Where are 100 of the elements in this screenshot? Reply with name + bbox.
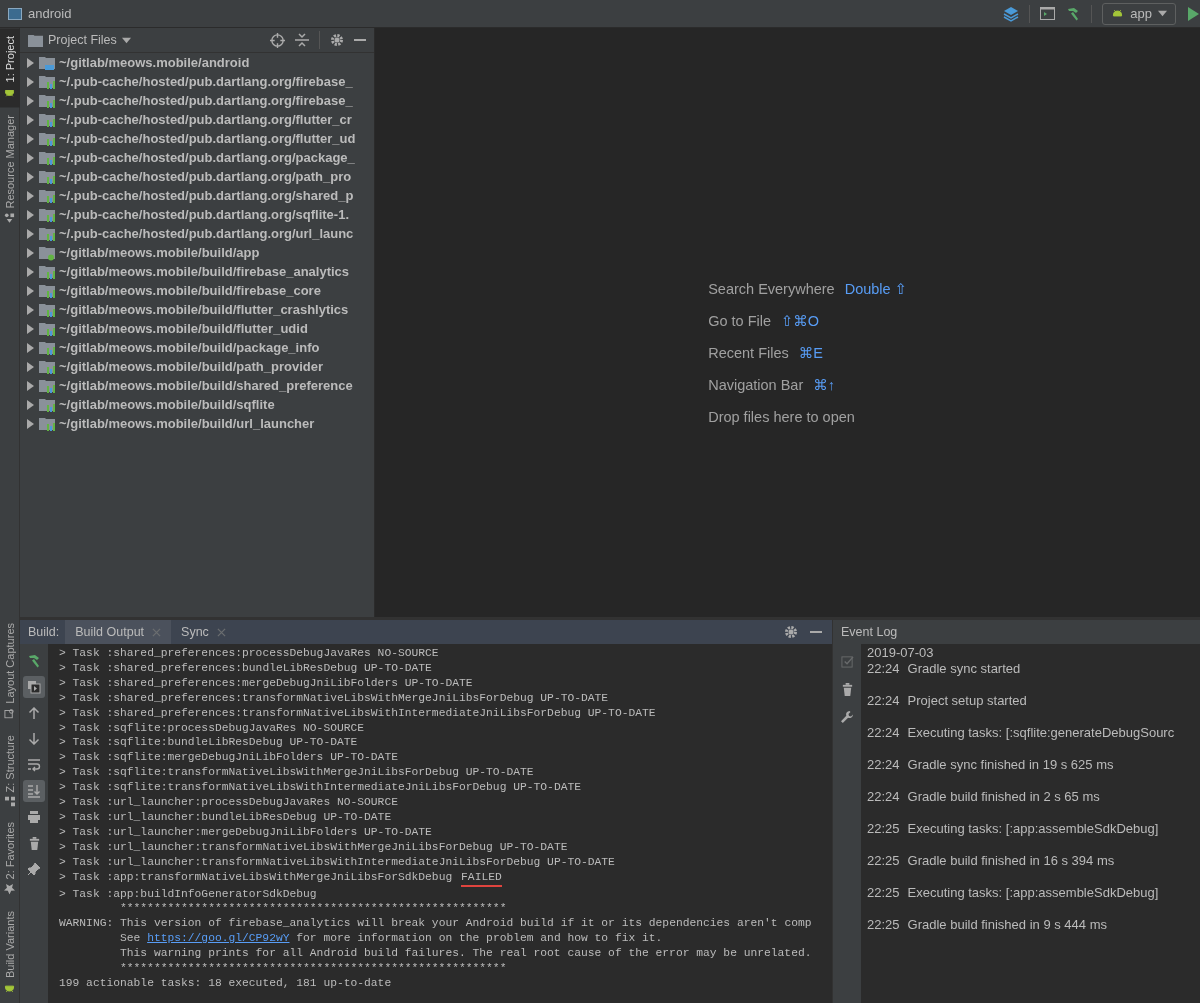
windows-icon [27, 680, 41, 694]
output-line: > Task :sqflite:processDebugJavaRes NO-SOURCE [59, 720, 366, 736]
editor-hint: Recent Files [708, 344, 789, 361]
window-icon [8, 6, 22, 21]
tree-item[interactable]: ~/.pub-cache/hosted/pub.dartlang.org/firebase_ [59, 74, 353, 89]
shapes-icon [4, 213, 16, 225]
tree-item[interactable]: ~/.pub-cache/hosted/pub.dartlang.org/flutter_ud [59, 131, 356, 146]
library-folder-icon [39, 149, 55, 166]
help-link[interactable]: https://goo.gl/CP92wY [147, 932, 290, 945]
tree-item[interactable]: ~/.pub-cache/hosted/pub.dartlang.org/shared_p [59, 188, 354, 203]
library-folder-icon [39, 225, 55, 242]
log-message: Executing tasks: [:sqflite:generateDebugSourc [907, 725, 1175, 741]
output-line: > Task :shared_preferences:transformNativeLibsWithIntermediateJniLibsForDebug UP-TO-DATE [59, 705, 657, 721]
log-message: Executing tasks: [:app:assembleSdkDebug] [907, 885, 1159, 901]
dropdown-caret-icon [121, 35, 131, 45]
expand-arrow-icon [25, 418, 35, 429]
output-line: ********************************************************* [119, 961, 508, 976]
tree-item[interactable]: ~/gitlab/meows.mobile/build/flutter_crashlytics [59, 302, 349, 317]
tree-item[interactable]: ~/gitlab/meows.mobile/build/firebase_core [59, 283, 321, 298]
expand-arrow-icon [25, 247, 35, 258]
library-folder-icon [39, 187, 55, 204]
log-time: 22:24 [867, 789, 900, 805]
up-arrow-icon [28, 707, 40, 719]
log-time: 22:24 [867, 693, 900, 709]
output-line: > Task :shared_preferences:mergeDebugJniLibFolders UP-TO-DATE [59, 675, 474, 691]
library-folder-icon [39, 415, 55, 432]
log-message: Gradle build finished in 16 s 394 ms [907, 853, 1115, 869]
log-date: 2019-07-03 [867, 645, 935, 661]
expand-arrow-icon [25, 95, 35, 106]
log-time: 22:25 [867, 821, 900, 837]
library-folder-icon [39, 206, 55, 223]
dropdown-caret-icon [1158, 9, 1167, 18]
tree-item[interactable]: ~/.pub-cache/hosted/pub.dartlang.org/url_launc [59, 226, 354, 241]
expand-arrow-icon [25, 133, 35, 144]
tool-window-tab[interactable]: 2: Favorites [0, 814, 20, 903]
tool-window-tab[interactable]: Z: Structure [0, 727, 20, 815]
soft-wrap-icon [27, 758, 41, 772]
locate-icon [270, 32, 285, 48]
hammer-icon [26, 653, 42, 669]
output-line: > Task :sqflite:transformNativeLibsWithMergeJniLibsForDebug UP-TO-DATE [59, 765, 535, 781]
run-configuration-dropdown[interactable]: app [1102, 2, 1176, 25]
editor-hint: Go to File [708, 312, 771, 329]
tree-item[interactable]: ~/gitlab/meows.mobile/build/shared_preference [59, 378, 353, 393]
expand-arrow-icon [25, 285, 35, 296]
tool-window-tab[interactable]: 1: Project [0, 28, 20, 108]
wrench-icon [840, 710, 854, 724]
tree-item[interactable]: ~/.pub-cache/hosted/pub.dartlang.org/path_pro [59, 169, 352, 184]
output-line: > Task :shared_preferences:transformNativeLibsWithMergeJniLibsForDebug UP-TO-DATE [59, 690, 610, 706]
editor-hint: Search Everywhere [708, 280, 835, 297]
tree-item[interactable]: ~/.pub-cache/hosted/pub.dartlang.org/firebase_ [59, 93, 353, 108]
tree-item[interactable]: ~/gitlab/meows.mobile/build/url_launcher [59, 416, 315, 431]
toolbar-button[interactable] [23, 676, 45, 698]
output-line: ********************************************************* [119, 901, 508, 917]
settings-icon [330, 33, 344, 47]
toolbar-button[interactable] [23, 780, 45, 802]
log-time: 22:24 [867, 661, 900, 677]
library-folder-icon [39, 73, 55, 90]
library-folder-icon [39, 168, 55, 185]
shortcut-text: ⌘↑ [813, 376, 835, 393]
log-message: Gradle sync started [907, 661, 1021, 677]
expand-arrow-icon [25, 171, 35, 182]
tree-item[interactable]: ~/gitlab/meows.mobile/build/firebase_analytics [59, 264, 350, 279]
output-line: > Task :url_launcher:transformNativeLibsWithIntermediateJniLibsForDebug UP-TO-DATE [59, 854, 616, 870]
project-view-dropdown[interactable]: Project Files [28, 32, 131, 48]
expand-arrow-icon [25, 114, 35, 125]
tree-item[interactable]: ~/gitlab/meows.mobile/build/app [59, 245, 260, 260]
star-icon [4, 883, 16, 895]
output-line: > Task :shared_preferences:bundleLibResDebug UP-TO-DATE [59, 660, 433, 676]
output-line: > Task :app:buildInfoGeneratorSdkDebug [59, 886, 318, 902]
log-message: Executing tasks: [:app:assembleSdkDebug] [907, 821, 1159, 837]
tool-window-tab[interactable]: Layout Captures [0, 615, 20, 727]
close-icon [216, 627, 226, 637]
module-folder-icon [39, 244, 55, 261]
tool-window-tab[interactable]: Resource Manager [0, 107, 20, 233]
pin-icon [27, 862, 41, 876]
tree-item[interactable]: ~/gitlab/meows.mobile/build/path_provider [59, 359, 323, 374]
output-line: See https://goo.gl/CP92wY for more information on the problem and how to fix it. [119, 931, 664, 947]
trash-icon [27, 836, 41, 850]
tree-item[interactable]: ~/.pub-cache/hosted/pub.dartlang.org/flutter_cr [59, 112, 352, 127]
library-folder-icon [39, 377, 55, 394]
panel-tab[interactable]: Sync [171, 620, 236, 644]
tree-item[interactable]: ~/.pub-cache/hosted/pub.dartlang.org/package_ [59, 150, 355, 165]
expand-arrow-icon [25, 228, 35, 239]
scroll-to-end-icon [27, 784, 41, 798]
tree-item[interactable]: ~/gitlab/meows.mobile/build/flutter_udid [59, 321, 308, 336]
tree-item[interactable]: ~/gitlab/meows.mobile/android [59, 55, 250, 70]
library-folder-icon [39, 111, 55, 128]
tree-item[interactable]: ~/.pub-cache/hosted/pub.dartlang.org/sqflite-1. [59, 207, 349, 222]
library-folder-icon [39, 396, 55, 413]
output-line: 199 actionable tasks: 18 executed, 181 up-to-date [59, 975, 393, 991]
panel-tab[interactable]: Build Output [65, 620, 172, 644]
layers-search-icon [4, 708, 16, 719]
tree-item[interactable]: ~/gitlab/meows.mobile/build/sqflite [59, 397, 275, 412]
expand-arrow-icon [25, 342, 35, 353]
tool-window-tab[interactable]: Build Variants [0, 902, 20, 1003]
expand-arrow-icon [25, 190, 35, 201]
tree-item[interactable]: ~/gitlab/meows.mobile/build/package_info [59, 340, 320, 355]
log-message: Gradle build finished in 9 s 444 ms [907, 917, 1107, 933]
panel-label: Build: [27, 625, 61, 639]
structure-icon [5, 796, 15, 807]
